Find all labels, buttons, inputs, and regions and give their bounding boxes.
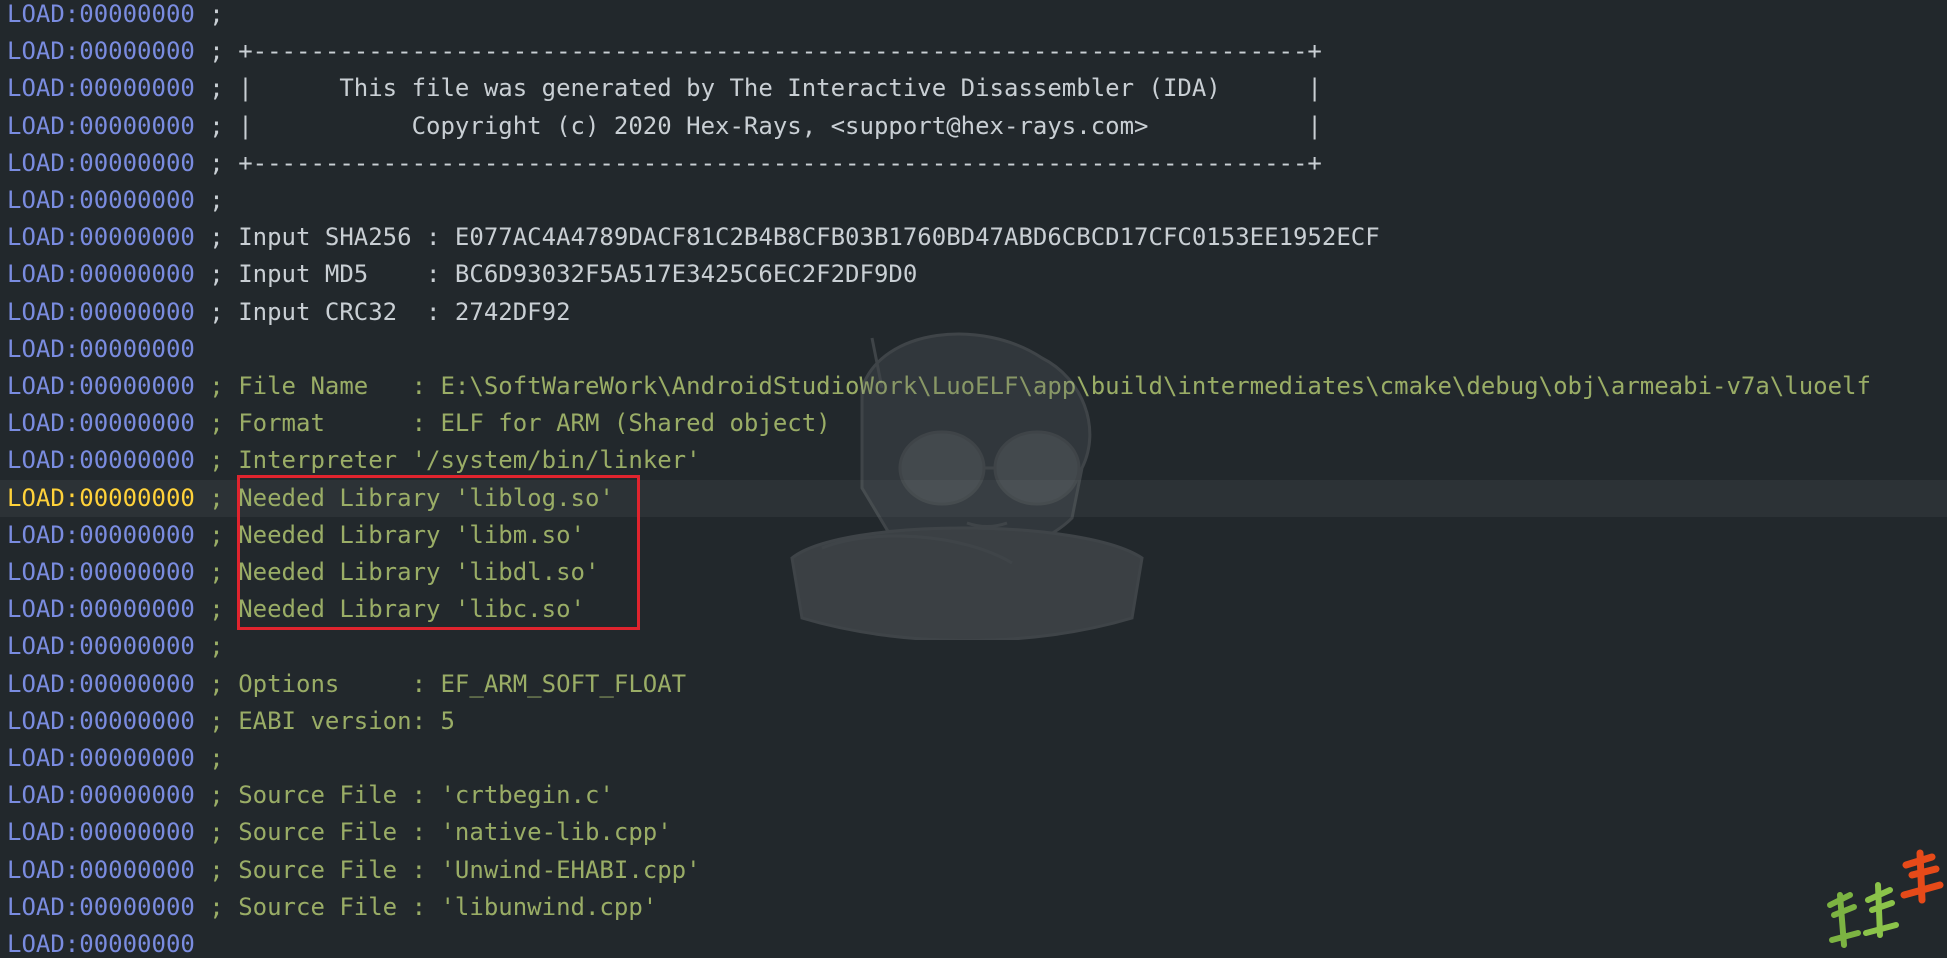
listing-line[interactable]: LOAD:00000000 ; Format : ELF for ARM (Sh… (0, 405, 1947, 442)
listing-line-content: LOAD:00000000 ; Input CRC32 : 2742DF92 (0, 294, 1947, 331)
listing-line[interactable]: LOAD:00000000 ; +-----------------------… (0, 33, 1947, 70)
line-address[interactable]: LOAD:00000000 (7, 893, 195, 921)
listing-line[interactable]: LOAD:00000000 ; | This file was generate… (0, 70, 1947, 107)
line-comment: ; (194, 186, 224, 214)
line-address[interactable]: LOAD:00000000 (7, 558, 195, 586)
line-address[interactable]: LOAD:00000000 (7, 186, 195, 214)
listing-line-content: LOAD:00000000 ; (0, 628, 1947, 665)
listing-line[interactable]: LOAD:00000000 ; Source File : 'libunwind… (0, 889, 1947, 926)
line-comment: ; Source File : 'libunwind.cpp' (194, 892, 658, 921)
listing-line-content: LOAD:00000000 (0, 926, 1947, 958)
line-address[interactable]: LOAD:00000000 (7, 670, 195, 698)
listing-line-content: LOAD:00000000 ; (0, 740, 1947, 777)
line-address[interactable]: LOAD:00000000 (7, 818, 195, 846)
listing-line[interactable]: LOAD:00000000 ; (0, 628, 1947, 665)
line-comment: ; +-------------------------------------… (194, 148, 1322, 177)
line-comment: ; File Name : E:\SoftWareWork\AndroidStu… (194, 372, 1871, 400)
line-address[interactable]: LOAD:00000000 (7, 521, 195, 549)
listing-line[interactable]: LOAD:00000000 ; (0, 182, 1947, 219)
listing-line[interactable]: LOAD:00000000 ; Input MD5 : BC6D93032F5A… (0, 256, 1947, 293)
line-address[interactable]: LOAD:00000000 (7, 484, 195, 512)
line-comment: ; (194, 0, 224, 28)
listing-line-content: LOAD:00000000 ; File Name : E:\SoftWareW… (0, 368, 1947, 405)
line-address[interactable]: LOAD:00000000 (7, 930, 195, 958)
listing-line-content: LOAD:00000000 ; Options : EF_ARM_SOFT_FL… (0, 666, 1947, 703)
line-comment: ; Input MD5 : BC6D93032F5A517E3425C6EC2F… (194, 260, 918, 289)
line-address[interactable]: LOAD:00000000 (7, 223, 195, 251)
listing-line-content: LOAD:00000000 ; Source File : 'crtbegin.… (0, 777, 1947, 814)
line-comment: ; Format : ELF for ARM (Shared object) (194, 409, 831, 438)
listing-line-content: LOAD:00000000 ; EABI version: 5 (0, 703, 1947, 740)
listing-line-content: LOAD:00000000 ; Format : ELF for ARM (Sh… (0, 405, 1947, 442)
listing-line[interactable]: LOAD:00000000 ; Source File : 'native-li… (0, 814, 1947, 851)
listing-line[interactable]: LOAD:00000000 ; | Copyright (c) 2020 Hex… (0, 108, 1947, 145)
line-comment: ; EABI version: 5 (194, 706, 455, 735)
line-comment: ; Options : EF_ARM_SOFT_FLOAT (194, 669, 687, 698)
line-address[interactable]: LOAD:00000000 (7, 781, 195, 809)
line-address[interactable]: LOAD:00000000 (7, 744, 195, 772)
listing-line-content: LOAD:00000000 (0, 331, 1947, 368)
line-address[interactable]: LOAD:00000000 (7, 149, 195, 177)
listing-line[interactable]: LOAD:00000000 ; (0, 740, 1947, 777)
line-comment: ; | Copyright (c) 2020 Hex-Rays, <suppor… (194, 111, 1322, 140)
listing-line[interactable]: LOAD:00000000 (0, 331, 1947, 368)
listing-line-content: LOAD:00000000 ; +-----------------------… (0, 145, 1947, 182)
listing-line[interactable]: LOAD:00000000 ; File Name : E:\SoftWareW… (0, 368, 1947, 405)
line-address[interactable]: LOAD:00000000 (7, 298, 195, 326)
listing-line[interactable]: LOAD:00000000 ; Input CRC32 : 2742DF92 (0, 294, 1947, 331)
line-comment: ; Source File : 'Unwind-EHABI.cpp' (194, 855, 701, 884)
line-comment: ; Input SHA256 : E077AC4A4789DACF81C2B4B… (194, 223, 1380, 252)
listing-line[interactable]: LOAD:00000000 ; Input SHA256 : E077AC4A4… (0, 219, 1947, 256)
line-address[interactable]: LOAD:00000000 (7, 260, 195, 288)
line-address[interactable]: LOAD:00000000 (7, 372, 195, 400)
needed-libraries-highlight-box (237, 475, 640, 630)
line-comment: ; Input CRC32 : 2742DF92 (194, 297, 571, 326)
line-comment: ; (194, 744, 224, 772)
listing-line[interactable]: LOAD:00000000 ; +-----------------------… (0, 145, 1947, 182)
listing-line-content: LOAD:00000000 ; Source File : 'Unwind-EH… (0, 852, 1947, 889)
listing-line-content: LOAD:00000000 ; Interpreter '/system/bin… (0, 442, 1947, 479)
listing-line[interactable]: LOAD:00000000 ; (0, 0, 1947, 33)
listing-line-content: LOAD:00000000 ; +-----------------------… (0, 33, 1947, 70)
listing-line-content: LOAD:00000000 ; Input SHA256 : E077AC4A4… (0, 219, 1947, 256)
listing-line-content: LOAD:00000000 ; (0, 182, 1947, 219)
line-comment: ; Interpreter '/system/bin/linker' (194, 446, 701, 475)
listing-line[interactable]: LOAD:00000000 ; Source File : 'Unwind-EH… (0, 852, 1947, 889)
line-comment: ; Source File : 'crtbegin.c' (194, 781, 614, 810)
line-comment: ; (194, 632, 224, 661)
line-address[interactable]: LOAD:00000000 (7, 446, 195, 474)
listing-line[interactable]: LOAD:00000000 ; EABI version: 5 (0, 703, 1947, 740)
line-comment: ; Source File : 'native-lib.cpp' (194, 818, 672, 847)
listing-line-content: LOAD:00000000 ; (0, 0, 1947, 33)
line-address[interactable]: LOAD:00000000 (7, 74, 195, 102)
line-address[interactable]: LOAD:00000000 (7, 37, 195, 65)
listing-line-content: LOAD:00000000 ; | This file was generate… (0, 70, 1947, 107)
line-comment: ; | This file was generated by The Inter… (194, 74, 1322, 103)
line-address[interactable]: LOAD:00000000 (7, 707, 195, 735)
line-address[interactable]: LOAD:00000000 (7, 409, 195, 437)
line-address[interactable]: LOAD:00000000 (7, 0, 195, 28)
line-address[interactable]: LOAD:00000000 (7, 595, 195, 623)
listing-line[interactable]: LOAD:00000000 ; Options : EF_ARM_SOFT_FL… (0, 666, 1947, 703)
line-address[interactable]: LOAD:00000000 (7, 856, 195, 884)
listing-line[interactable]: LOAD:00000000 (0, 926, 1947, 958)
listing-line[interactable]: LOAD:00000000 ; Source File : 'crtbegin.… (0, 777, 1947, 814)
listing-line-content: LOAD:00000000 ; Source File : 'native-li… (0, 814, 1947, 851)
ida-disassembly-view[interactable]: LOAD:00000000 ; LOAD:00000000 ; +--------… (0, 0, 1947, 958)
line-address[interactable]: LOAD:00000000 (7, 632, 195, 660)
line-address[interactable]: LOAD:00000000 (7, 335, 195, 363)
listing-line[interactable]: LOAD:00000000 ; Interpreter '/system/bin… (0, 442, 1947, 479)
listing-line-content: LOAD:00000000 ; Input MD5 : BC6D93032F5A… (0, 256, 1947, 293)
line-address[interactable]: LOAD:00000000 (7, 112, 195, 140)
listing-line-content: LOAD:00000000 ; | Copyright (c) 2020 Hex… (0, 108, 1947, 145)
listing-line-content: LOAD:00000000 ; Source File : 'libunwind… (0, 889, 1947, 926)
line-comment: ; +-------------------------------------… (194, 37, 1322, 66)
